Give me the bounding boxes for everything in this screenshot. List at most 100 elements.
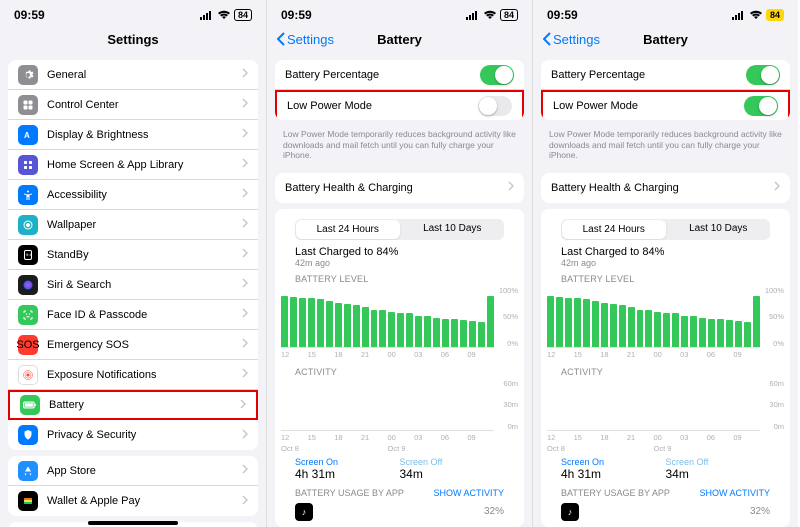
range-tabs: Last 24 HoursLast 10 Days: [295, 219, 504, 240]
settings-row-label: App Store: [47, 465, 242, 477]
ctrl-icon: [18, 95, 38, 115]
status-time: 09:59: [14, 8, 45, 22]
show-activity-link[interactable]: SHOW ACTIVITY: [699, 488, 770, 498]
chevron-right-icon: [242, 188, 248, 198]
tab-24h[interactable]: Last 24 Hours: [296, 220, 400, 239]
app-usage-row[interactable]: ♪32%: [281, 498, 518, 521]
settings-row-privacy-security[interactable]: Privacy & Security: [8, 420, 258, 450]
battery-level-header: BATTERY LEVEL: [547, 272, 784, 286]
tab-10d[interactable]: Last 10 Days: [667, 219, 771, 240]
last-charged: Last Charged to 84%: [547, 244, 784, 258]
activity-chart: 60m30m0m: [547, 379, 784, 431]
back-button[interactable]: Settings: [277, 32, 334, 47]
activity-xaxis: 1215182100030609: [281, 431, 518, 442]
status-time: 09:59: [281, 8, 312, 22]
activity-header: ACTIVITY: [281, 365, 518, 379]
settings-row-accessibility[interactable]: Accessibility: [8, 180, 258, 210]
battery-stats-card: Last 24 HoursLast 10 Days Last Charged to…: [541, 209, 790, 527]
settings-row-label: Control Center: [47, 99, 242, 111]
home-icon: [18, 155, 38, 175]
chevron-right-icon: [242, 495, 248, 505]
battery-pill: 84: [766, 9, 784, 21]
battery-percentage-row: Battery Percentage: [275, 60, 524, 90]
low-power-mode-row: Low Power Mode: [541, 90, 790, 120]
app-usage-row[interactable]: ♪32%: [547, 498, 784, 521]
settings-row-face-id-passcode[interactable]: Face ID & Passcode: [8, 300, 258, 330]
status-bar: 09:59 84: [533, 0, 798, 24]
chevron-right-icon: [242, 248, 248, 258]
settings-row-wallet-apple-pay[interactable]: Wallet & Apple Pay: [8, 486, 258, 516]
battery-percentage-toggle[interactable]: [746, 65, 780, 85]
settings-row-app-store[interactable]: App Store: [8, 456, 258, 486]
settings-row-label: Face ID & Passcode: [47, 309, 242, 321]
chevron-right-icon: [242, 368, 248, 378]
usage-by-app-header: BATTERY USAGE BY APP: [295, 488, 404, 498]
wifi-icon: [217, 10, 231, 20]
settings-row-label: Wallet & Apple Pay: [47, 495, 242, 507]
settings-row-label: General: [47, 69, 242, 81]
battery-level-xaxis: 1215182100030609: [281, 348, 518, 359]
settings-row-general[interactable]: General: [8, 60, 258, 90]
battery-level-header: BATTERY LEVEL: [281, 272, 518, 286]
back-label: Settings: [553, 32, 600, 47]
tab-10d[interactable]: Last 10 Days: [401, 219, 505, 240]
settings-row-emergency-sos[interactable]: SOSEmergency SOS: [8, 330, 258, 360]
chevron-right-icon: [242, 128, 248, 138]
status-time: 09:59: [547, 8, 578, 22]
show-activity-link[interactable]: SHOW ACTIVITY: [433, 488, 504, 498]
access-icon: [18, 185, 38, 205]
siri-icon: [18, 275, 38, 295]
settings-row-label: Display & Brightness: [47, 129, 242, 141]
settings-row-label: Wallpaper: [47, 219, 242, 231]
battery-screen-off: 09:5984 Settings Battery Battery Percentage…: [266, 0, 532, 527]
svg-text:A: A: [24, 131, 30, 140]
battery-percentage-toggle[interactable]: [480, 65, 514, 85]
range-tabs: Last 24 HoursLast 10 Days: [561, 219, 770, 240]
settings-row-label: Battery: [49, 399, 240, 411]
settings-row-control-center[interactable]: Control Center: [8, 90, 258, 120]
last-charged-sub: 42m ago: [547, 258, 784, 272]
gear-icon: [18, 65, 38, 85]
settings-row-home-screen-app-library[interactable]: Home Screen & App Library: [8, 150, 258, 180]
usage-by-app-header: BATTERY USAGE BY APP: [561, 488, 670, 498]
tiktok-icon: ♪: [561, 503, 579, 521]
chevron-right-icon: [242, 158, 248, 168]
screen-usage: Screen On4h 31mScreen Off34m: [281, 453, 518, 485]
settings-row-battery[interactable]: Battery: [8, 390, 258, 420]
settings-row-display-brightness[interactable]: A Display & Brightness: [8, 120, 258, 150]
low-power-mode-toggle[interactable]: [478, 96, 512, 116]
low-power-footnote: Low Power Mode temporarily reduces backg…: [267, 126, 532, 167]
tiktok-icon: ♪: [295, 503, 313, 521]
faceid-icon: [18, 305, 38, 325]
wifi-icon: [749, 10, 763, 20]
low-power-mode-toggle[interactable]: [744, 96, 778, 116]
standby-icon: 9:4: [18, 245, 38, 265]
appstore-icon: [18, 461, 38, 481]
battery-health-row[interactable]: Battery Health & Charging: [541, 173, 790, 203]
battery-pill: 84: [234, 9, 252, 21]
settings-row-siri-search[interactable]: Siri & Search: [8, 270, 258, 300]
chevron-right-icon: [242, 218, 248, 228]
chevron-right-icon: [242, 68, 248, 78]
low-power-footnote: Low Power Mode temporarily reduces backg…: [533, 126, 798, 167]
back-label: Settings: [287, 32, 334, 47]
signal-icon: [466, 10, 480, 20]
status-bar: 09:59 84: [0, 0, 266, 24]
last-charged-sub: 42m ago: [281, 258, 518, 272]
settings-row-standby[interactable]: 9:4StandBy: [8, 240, 258, 270]
battery-stats-card: Last 24 HoursLast 10 DaysLast Charged to…: [275, 209, 524, 527]
chevron-right-icon: [774, 181, 780, 191]
settings-row-wallpaper[interactable]: Wallpaper: [8, 210, 258, 240]
settings-row-exposure-notifications[interactable]: Exposure Notifications: [8, 360, 258, 390]
settings-list[interactable]: General Control Center A Display & Brightne…: [0, 60, 266, 527]
tab-24h[interactable]: Last 24 Hours: [562, 220, 666, 239]
low-power-mode-row: Low Power Mode: [275, 90, 524, 120]
status-bar: 09:5984: [267, 0, 532, 24]
home-indicator[interactable]: [88, 521, 178, 525]
page-title: Battery: [377, 32, 422, 47]
battery-health-row[interactable]: Battery Health & Charging: [275, 173, 524, 203]
chevron-right-icon: [242, 98, 248, 108]
chevron-right-icon: [240, 399, 246, 409]
screen-usage: Screen On4h 31mScreen Off34m: [547, 453, 784, 485]
back-button[interactable]: Settings: [543, 32, 600, 47]
